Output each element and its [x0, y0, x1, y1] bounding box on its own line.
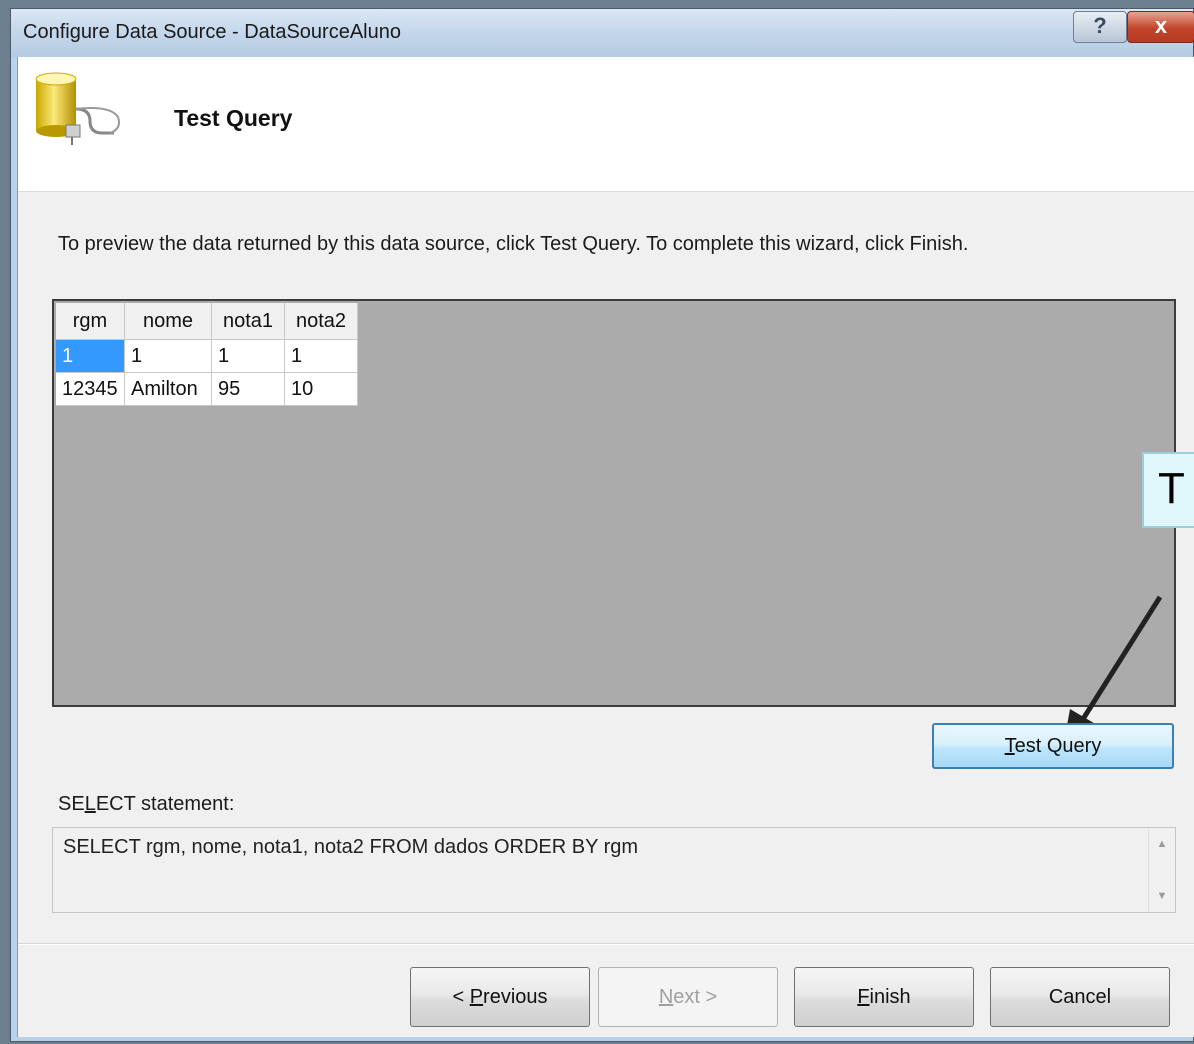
header-row: rgm nome nota1 nota2 [56, 303, 358, 340]
annotation-callout: T [1142, 452, 1194, 528]
table-cell[interactable]: 10 [284, 372, 358, 406]
next-button[interactable]: Next > [598, 967, 778, 1027]
select-statement-box[interactable]: SELECT rgm, nome, nota1, nota2 FROM dado… [52, 827, 1176, 913]
close-icon: x [1154, 13, 1168, 38]
results-table: rgm nome nota1 nota2 1 1 1 1 12345 Amilt… [56, 303, 358, 406]
table-cell[interactable]: 95 [211, 372, 285, 406]
scroll-up-icon[interactable]: ▲ [1149, 832, 1175, 856]
footer-separator [18, 943, 1194, 945]
help-button[interactable]: ? [1073, 11, 1127, 43]
column-header-rgm[interactable]: rgm [56, 303, 125, 340]
results-grid[interactable]: rgm nome nota1 nota2 1 1 1 1 12345 Amilt… [52, 299, 1176, 707]
wizard-body: Test Query To preview the data returned … [17, 57, 1194, 1037]
table-cell[interactable]: 1 [211, 339, 285, 373]
table-row[interactable]: 1 1 1 1 [56, 339, 358, 373]
previous-button[interactable]: < Previous [410, 967, 590, 1027]
help-icon: ? [1093, 13, 1107, 38]
window-title: Configure Data Source - DataSourceAluno [23, 21, 401, 43]
column-header-nota1[interactable]: nota1 [211, 303, 285, 340]
column-header-nota2[interactable]: nota2 [284, 303, 358, 340]
test-query-button[interactable]: Test Query [932, 723, 1174, 769]
instructions-text: To preview the data returned by this dat… [58, 233, 969, 255]
table-cell[interactable]: 1 [56, 339, 125, 373]
wizard-heading: Test Query [174, 105, 293, 131]
close-button[interactable]: x [1127, 11, 1194, 43]
table-cell[interactable]: 12345 [56, 372, 125, 406]
select-statement-label: SELECT statement: [58, 793, 235, 815]
table-cell[interactable]: Amilton [124, 372, 212, 406]
database-plug-icon [35, 72, 120, 145]
select-scrollbar[interactable]: ▲ ▼ [1148, 828, 1175, 912]
table-cell[interactable]: 1 [124, 339, 212, 373]
finish-button[interactable]: Finish [794, 967, 974, 1027]
select-statement-text: SELECT rgm, nome, nota1, nota2 FROM dado… [63, 836, 639, 858]
scroll-down-icon[interactable]: ▼ [1149, 884, 1175, 908]
wizard-header: Test Query [18, 57, 1194, 192]
dialog-window: Configure Data Source - DataSourceAluno … [10, 8, 1194, 1042]
column-header-nome[interactable]: nome [124, 303, 212, 340]
title-bar[interactable]: Configure Data Source - DataSourceAluno … [11, 9, 1194, 57]
table-cell[interactable]: 1 [284, 339, 358, 373]
table-row[interactable]: 12345 Amilton 95 10 [56, 372, 358, 406]
cancel-button[interactable]: Cancel [990, 967, 1170, 1027]
